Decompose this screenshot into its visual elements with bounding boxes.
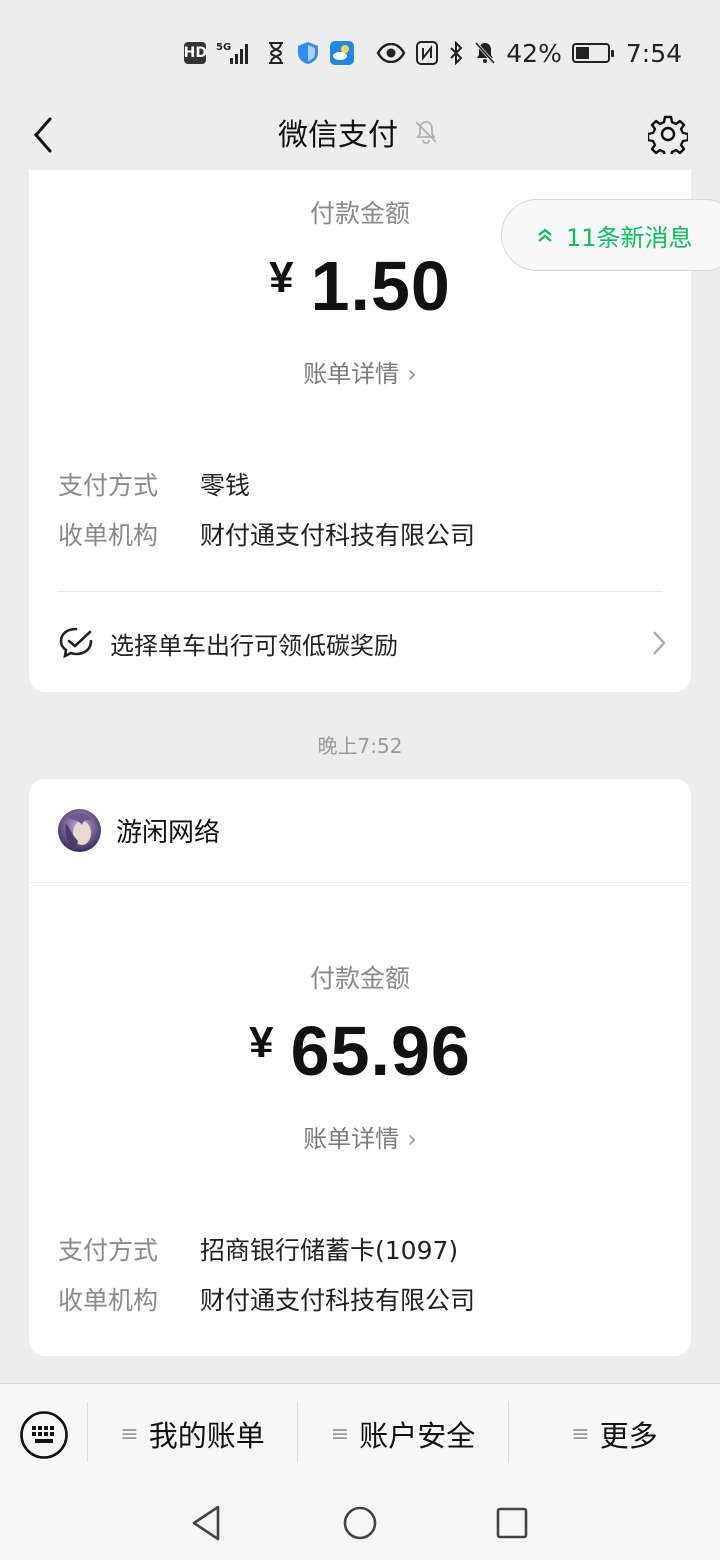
payment-method-row: 支付方式 招商银行储蓄卡(1097) [58, 1231, 458, 1267]
bill-detail-label: 账单详情 [303, 360, 400, 388]
hamburger-icon: ≡ [571, 1421, 590, 1447]
bill-detail-link[interactable]: 账单详情 › [29, 354, 691, 389]
chevron-right-icon: › [407, 1125, 417, 1153]
battery-fill [575, 47, 589, 59]
merchant-avatar [58, 809, 101, 852]
back-button[interactable] [18, 108, 68, 162]
page-title: 微信支付 [278, 118, 398, 153]
acquirer-row: 收单机构 财付通支付科技有限公司 [58, 516, 475, 552]
amount-value: 65.96 [290, 1012, 471, 1090]
hd-icon: HD [184, 42, 207, 64]
menu-label: 账户安全 [359, 1419, 476, 1453]
network-label: 5G [216, 42, 231, 53]
currency-symbol: ¥ [269, 253, 295, 302]
nfc-icon [416, 41, 439, 65]
acquirer-key: 收单机构 [58, 1286, 159, 1315]
shield-app-icon [296, 41, 320, 65]
system-nav-bar [0, 1483, 720, 1560]
payment-method-key: 支付方式 [58, 1236, 159, 1265]
chevron-right-icon [653, 631, 666, 655]
promo-row[interactable]: 选择单车出行可领低碳奖励 [58, 618, 669, 668]
message-timestamp: 晚上7:52 [317, 734, 403, 758]
payment-method-value: 招商银行储蓄卡(1097) [200, 1236, 459, 1265]
merchant-name: 游闲网络 [116, 818, 221, 848]
payment-method-value: 零钱 [200, 471, 251, 500]
acquirer-value: 财付通支付科技有限公司 [200, 521, 476, 550]
divider [58, 591, 662, 592]
payment-method-key: 支付方式 [58, 471, 159, 500]
clock: 7:54 [625, 38, 682, 68]
bluetooth-icon [448, 41, 464, 65]
hourglass-icon [266, 41, 286, 65]
promo-text: 选择单车出行可领低碳奖励 [110, 631, 398, 660]
menu-label: 我的账单 [148, 1419, 265, 1453]
mute-bell-icon [415, 121, 437, 144]
settings-button[interactable] [640, 106, 696, 162]
battery-percent: 42% [506, 38, 562, 68]
chat-check-icon [59, 627, 93, 659]
nav-recents-button[interactable] [490, 1501, 534, 1545]
menu-more[interactable]: ≡ 更多 [509, 1384, 720, 1484]
new-messages-label: 11条新消息 [566, 223, 693, 252]
nav-back-button[interactable] [184, 1501, 228, 1545]
keyboard-toggle-button[interactable] [19, 1410, 69, 1460]
payment-method-row: 支付方式 零钱 [58, 466, 250, 502]
status-bar: HD 5G 42% 7:54 [0, 0, 720, 100]
eye-icon [376, 43, 406, 63]
silent-bell-icon [474, 41, 496, 65]
menu-label: 更多 [599, 1419, 658, 1453]
payment-amount: ¥65.96 [29, 1011, 691, 1091]
acquirer-key: 收单机构 [58, 521, 159, 550]
chevron-left-icon [34, 117, 52, 153]
acquirer-value: 财付通支付科技有限公司 [200, 1286, 476, 1315]
title-bar: 微信支付 [0, 100, 720, 170]
chevron-right-icon: › [407, 360, 417, 388]
new-messages-button[interactable]: 11条新消息 [501, 199, 720, 271]
amount-value: 1.50 [310, 247, 451, 325]
menu-my-bills[interactable]: ≡ 我的账单 [88, 1384, 297, 1484]
double-chevron-up-icon [538, 228, 552, 242]
currency-symbol: ¥ [249, 1018, 275, 1067]
hamburger-icon: ≡ [120, 1421, 139, 1447]
keyboard-icon [20, 1411, 68, 1459]
hamburger-icon: ≡ [330, 1421, 350, 1447]
bill-detail-label: 账单详情 [303, 1125, 400, 1153]
acquirer-row: 收单机构 财付通支付科技有限公司 [58, 1281, 475, 1317]
signal-icon: 5G [216, 40, 256, 66]
battery-icon [571, 43, 614, 63]
menu-account-security[interactable]: ≡ 账户安全 [298, 1384, 508, 1484]
weather-app-icon [330, 41, 355, 65]
nav-home-button[interactable] [338, 1501, 382, 1545]
gear-icon [648, 115, 688, 154]
bill-detail-link[interactable]: 账单详情 › [29, 1119, 691, 1154]
bottom-menu: ≡ 我的账单 ≡ 账户安全 ≡ 更多 [0, 1383, 720, 1483]
payment-card-2: 游闲网络 付款金额 ¥65.96 账单详情 › 支付方式 招商银行储蓄卡(1097… [29, 779, 691, 1356]
merchant-header[interactable]: 游闲网络 [29, 779, 691, 883]
amount-label: 付款金额 [309, 964, 410, 993]
